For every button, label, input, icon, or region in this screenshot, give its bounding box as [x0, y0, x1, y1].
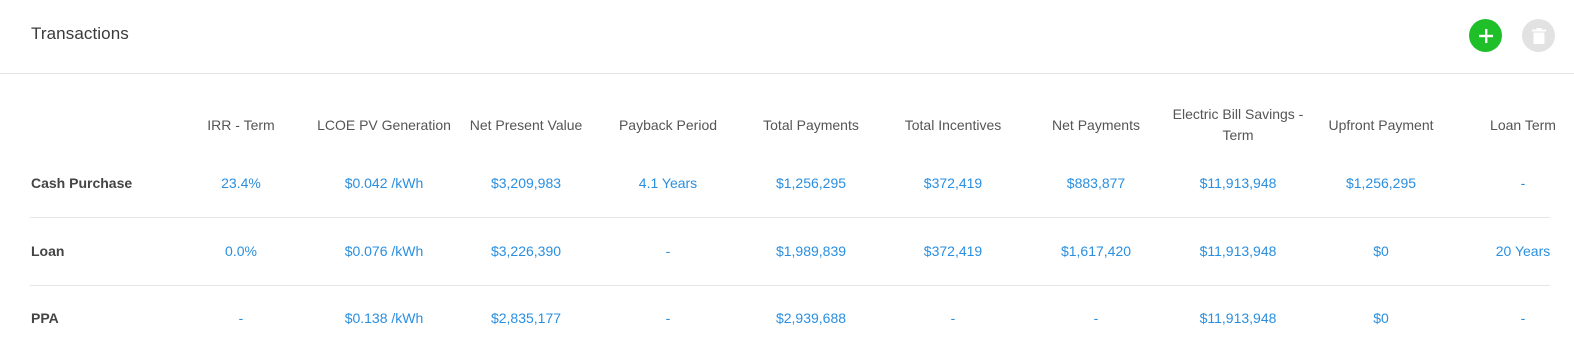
table-cell: - — [950, 309, 956, 326]
table-cell: - — [665, 309, 671, 326]
table-cell: - — [1520, 309, 1526, 326]
transactions-header: Transactions — [0, 0, 1574, 74]
table-cell: $11,913,948 — [1199, 242, 1277, 259]
table-cell: $2,939,688 — [775, 309, 847, 326]
table-cell: 4.1 Years — [638, 174, 698, 191]
table-cell: $2,835,177 — [490, 309, 562, 326]
table-row[interactable]: PPA - $0.138 /kWh $2,835,177 - $2,939,688 - - $1… — [0, 284, 1574, 351]
table-cell: $1,617,420 — [1060, 242, 1132, 259]
table-cell: - — [1093, 309, 1099, 326]
add-transaction-button[interactable] — [1469, 19, 1502, 52]
table-cell: $372,419 — [923, 242, 983, 259]
table-cell: 20 Years — [1495, 242, 1551, 259]
table-row[interactable]: Cash Purchase 23.4% $0.042 /kWh $3,209,983 4… — [0, 149, 1574, 216]
table-cell: $0 — [1373, 242, 1389, 259]
row-label: PPA — [31, 309, 59, 326]
table-cell: $0.076 /kWh — [344, 242, 424, 259]
table-cell: - — [665, 242, 671, 259]
table-cell: - — [1520, 174, 1526, 191]
table-cell: - — [238, 309, 244, 326]
table-cell: 0.0% — [225, 242, 257, 259]
table-cell: $883,877 — [1066, 174, 1126, 191]
table-cell: 23.4% — [221, 174, 261, 191]
page-title: Transactions — [31, 24, 129, 43]
table-cell: $372,419 — [923, 174, 983, 191]
plus-icon — [1478, 28, 1493, 43]
row-label: Cash Purchase — [31, 174, 133, 191]
transactions-table: IRR - Term LCOE PV Generation Net Present … — [0, 75, 1574, 360]
table-cell: $11,913,948 — [1199, 174, 1277, 191]
table-cell: $0 — [1373, 309, 1389, 326]
table-cell: $1,989,839 — [775, 242, 847, 259]
table-cell: $0.138 /kWh — [344, 309, 424, 326]
table-cell: $11,913,948 — [1199, 309, 1277, 326]
table-cell: $1,256,295 — [1345, 174, 1417, 191]
table-row[interactable]: Loan 0.0% $0.076 /kWh $3,226,390 - $1,989,839… — [0, 217, 1574, 284]
table-cell: $3,226,390 — [490, 242, 562, 259]
row-label: Loan — [31, 242, 65, 259]
table-cell: $0.042 /kWh — [344, 174, 424, 191]
table-cell: $3,209,983 — [490, 174, 562, 191]
trash-icon — [1531, 27, 1546, 44]
delete-transaction-button[interactable] — [1522, 19, 1555, 52]
table-cell: $1,256,295 — [775, 174, 847, 191]
